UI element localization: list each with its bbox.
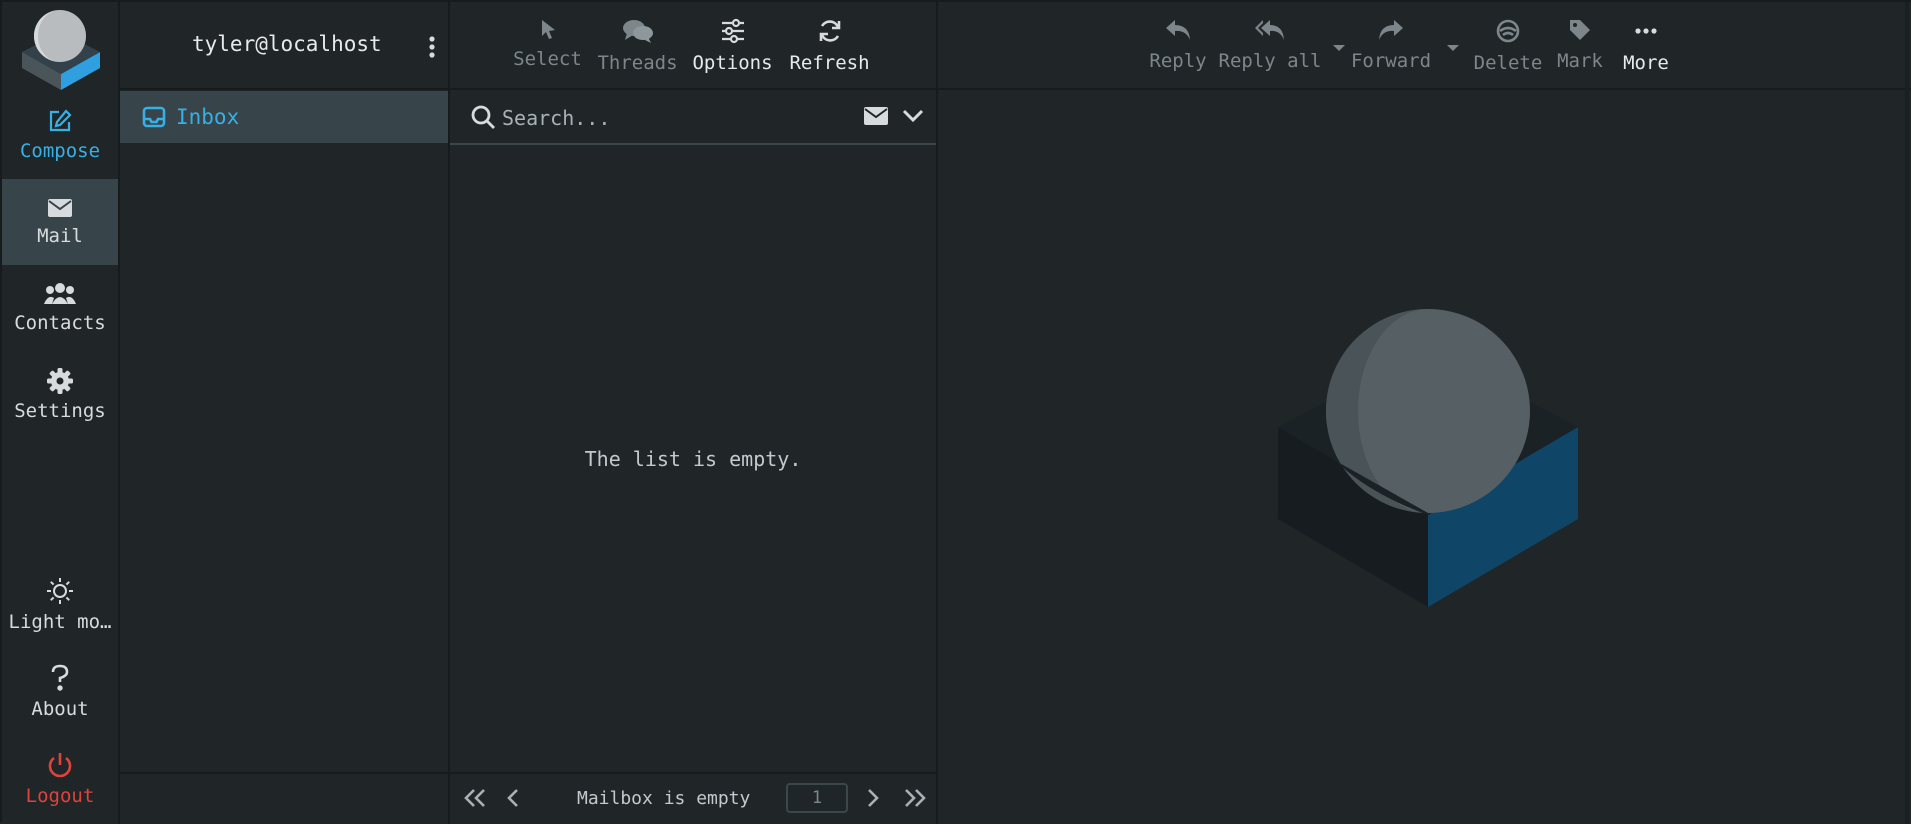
threads-label: Threads bbox=[597, 52, 678, 74]
reply-all-button[interactable]: Reply all bbox=[1218, 2, 1322, 88]
refresh-label: Refresh bbox=[789, 52, 870, 74]
account-name: tyler@localhost bbox=[192, 32, 382, 56]
previous-page-icon[interactable] bbox=[506, 788, 520, 808]
folder-label: Inbox bbox=[176, 105, 240, 129]
mark-button[interactable]: Mark bbox=[1548, 2, 1612, 88]
nav-settings-label: Settings bbox=[14, 400, 106, 422]
account-header: tyler@localhost bbox=[120, 2, 448, 90]
reply-label: Reply bbox=[1149, 50, 1207, 72]
more-icon bbox=[1633, 18, 1659, 44]
envelope-filter-icon[interactable] bbox=[864, 106, 888, 126]
forward-icon bbox=[1377, 18, 1405, 42]
nav-about-label: About bbox=[31, 698, 89, 720]
refresh-icon bbox=[817, 18, 843, 44]
nav-light-mode-label: Light mo… bbox=[8, 611, 112, 633]
reply-all-icon bbox=[1254, 18, 1286, 42]
folder-footer bbox=[120, 772, 448, 824]
search-bar bbox=[450, 90, 936, 145]
question-icon bbox=[50, 664, 70, 692]
first-page-icon[interactable] bbox=[462, 788, 488, 808]
message-list-panel: Select Threads Options Refresh Search...… bbox=[450, 2, 938, 824]
app-window: Compose Mail Contacts Settings Light mo…… bbox=[0, 0, 1911, 824]
inbox-icon bbox=[142, 106, 166, 128]
app-logo[interactable] bbox=[20, 8, 102, 90]
main-nav: Compose Mail Contacts Settings Light mo…… bbox=[2, 2, 120, 824]
next-page-icon[interactable] bbox=[866, 788, 880, 808]
more-label: More bbox=[1623, 52, 1669, 74]
pointer-icon bbox=[538, 18, 558, 40]
more-button[interactable]: More bbox=[1614, 2, 1678, 88]
watermark-logo bbox=[1278, 307, 1578, 607]
pager-status: Mailbox is empty bbox=[577, 788, 751, 809]
compose-icon bbox=[47, 108, 73, 134]
pagination-bar: Mailbox is empty bbox=[450, 772, 936, 824]
search-input[interactable] bbox=[500, 99, 804, 137]
message-content-panel: Reply Reply all Forward Delete Mark More bbox=[938, 2, 1911, 824]
forward-label: Forward bbox=[1350, 50, 1432, 72]
envelope-icon bbox=[47, 197, 73, 219]
page-number-input[interactable] bbox=[786, 783, 848, 813]
reply-all-dropdown-icon[interactable] bbox=[1332, 44, 1346, 52]
message-toolbar: Reply Reply all Forward Delete Mark More bbox=[938, 2, 1911, 90]
nav-settings[interactable]: Settings bbox=[2, 352, 118, 438]
nav-logout-label: Logout bbox=[25, 785, 95, 807]
search-icon bbox=[470, 104, 496, 130]
power-icon bbox=[47, 751, 73, 779]
forward-button[interactable]: Forward bbox=[1346, 2, 1436, 88]
nav-compose-label: Compose bbox=[19, 140, 101, 162]
nav-about[interactable]: About bbox=[2, 649, 118, 735]
threads-button[interactable]: Threads bbox=[595, 2, 680, 88]
select-label: Select bbox=[513, 48, 582, 70]
trash-icon bbox=[1495, 18, 1521, 44]
chevron-down-icon[interactable] bbox=[902, 108, 924, 124]
folder-panel: tyler@localhost Inbox bbox=[120, 2, 450, 824]
list-toolbar: Select Threads Options Refresh bbox=[450, 2, 936, 90]
reply-button[interactable]: Reply bbox=[1146, 2, 1210, 88]
reply-all-label: Reply all bbox=[1218, 50, 1322, 72]
window-edge bbox=[1905, 2, 1909, 824]
options-label: Options bbox=[692, 52, 773, 74]
tag-icon bbox=[1568, 18, 1592, 42]
delete-label: Delete bbox=[1473, 52, 1543, 74]
nav-contacts[interactable]: Contacts bbox=[2, 265, 118, 351]
mark-label: Mark bbox=[1557, 50, 1603, 72]
select-button[interactable]: Select bbox=[510, 2, 585, 88]
nav-contacts-label: Contacts bbox=[14, 312, 106, 334]
delete-button[interactable]: Delete bbox=[1470, 2, 1546, 88]
refresh-button[interactable]: Refresh bbox=[787, 2, 872, 88]
gear-icon bbox=[47, 368, 73, 394]
nav-mail[interactable]: Mail bbox=[2, 179, 118, 265]
empty-list-message: The list is empty. bbox=[584, 447, 802, 471]
nav-compose[interactable]: Compose bbox=[2, 92, 118, 178]
reply-icon bbox=[1164, 18, 1192, 42]
last-page-icon[interactable] bbox=[902, 788, 928, 808]
users-icon bbox=[44, 282, 76, 306]
options-button[interactable]: Options bbox=[690, 2, 775, 88]
nav-light-mode[interactable]: Light mo… bbox=[2, 562, 118, 648]
kebab-menu-icon[interactable] bbox=[420, 32, 444, 62]
nav-logout[interactable]: Logout bbox=[2, 736, 118, 822]
nav-mail-label: Mail bbox=[37, 225, 83, 247]
folder-item-inbox[interactable]: Inbox bbox=[120, 91, 448, 143]
forward-dropdown-icon[interactable] bbox=[1446, 44, 1460, 52]
comments-icon bbox=[622, 18, 654, 44]
sun-icon bbox=[46, 577, 74, 605]
sliders-icon bbox=[720, 18, 746, 44]
